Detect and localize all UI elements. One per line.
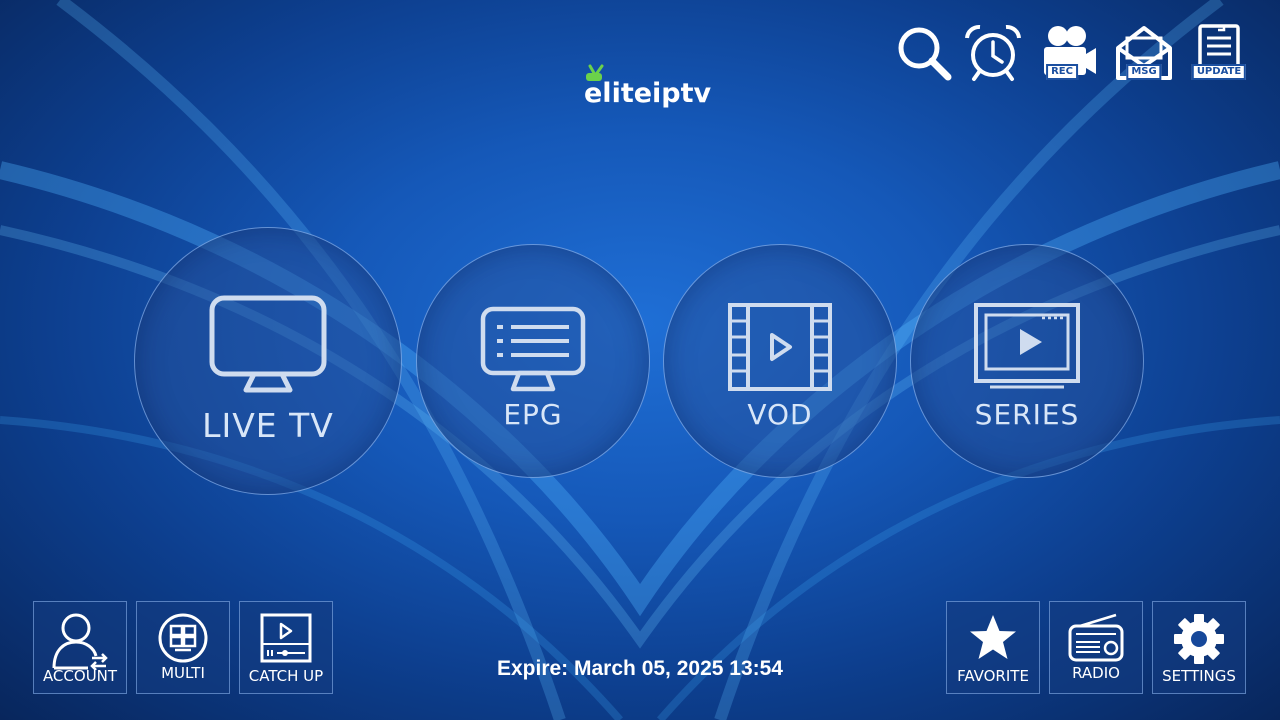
msg-button[interactable]: MSG xyxy=(1113,22,1175,84)
epg-button[interactable]: EPG xyxy=(416,244,650,478)
logo-text: eliteiptv xyxy=(584,78,712,109)
radio-icon xyxy=(1068,613,1124,662)
series-label: SERIES xyxy=(974,398,1080,431)
rec-label: REC xyxy=(1046,64,1078,80)
series-button[interactable]: SERIES xyxy=(910,244,1144,478)
live-tv-button[interactable]: LIVE TV xyxy=(134,227,402,495)
vod-label: VOD xyxy=(747,398,813,431)
msg-label: MSG xyxy=(1126,64,1162,80)
settings-label: SETTINGS xyxy=(1162,667,1236,685)
multi-label: MULTI xyxy=(161,664,205,682)
account-label: ACCOUNT xyxy=(42,667,118,685)
alarm-clock-icon xyxy=(965,24,1021,81)
expire-status: Expire: March 05, 2025 13:54 xyxy=(496,657,783,680)
app-logo: eliteiptv xyxy=(578,64,711,112)
update-button[interactable]: UPDATE xyxy=(1188,22,1250,84)
account-switch-icon xyxy=(52,613,108,670)
vod-button[interactable]: VOD xyxy=(663,244,897,478)
catch-up-player-icon xyxy=(260,613,312,663)
catch-up-button[interactable]: CATCH UP xyxy=(239,601,333,694)
catch-up-label: CATCH UP xyxy=(248,667,324,685)
star-icon xyxy=(970,615,1016,659)
rec-button[interactable]: REC xyxy=(1038,22,1100,84)
multi-button[interactable]: MULTI xyxy=(136,601,230,694)
gear-icon xyxy=(1174,614,1224,664)
update-label: UPDATE xyxy=(1191,64,1247,80)
settings-button[interactable]: SETTINGS xyxy=(1152,601,1246,694)
radio-label: RADIO xyxy=(1072,664,1120,682)
account-button[interactable]: ACCOUNT xyxy=(33,601,127,694)
radio-button[interactable]: RADIO xyxy=(1049,601,1143,694)
alarm-button[interactable] xyxy=(962,22,1024,84)
favorite-label: FAVORITE xyxy=(957,667,1029,685)
search-icon xyxy=(898,27,952,81)
favorite-button[interactable]: FAVORITE xyxy=(946,601,1040,694)
multiscreen-grid-icon xyxy=(158,613,208,663)
series-player-icon xyxy=(974,303,1080,389)
search-button[interactable] xyxy=(893,22,955,84)
tv-monitor-icon xyxy=(209,295,327,393)
epg-label: EPG xyxy=(503,398,563,431)
film-strip-icon xyxy=(728,303,832,391)
live-tv-label: LIVE TV xyxy=(202,406,334,445)
epg-guide-icon xyxy=(480,306,586,392)
